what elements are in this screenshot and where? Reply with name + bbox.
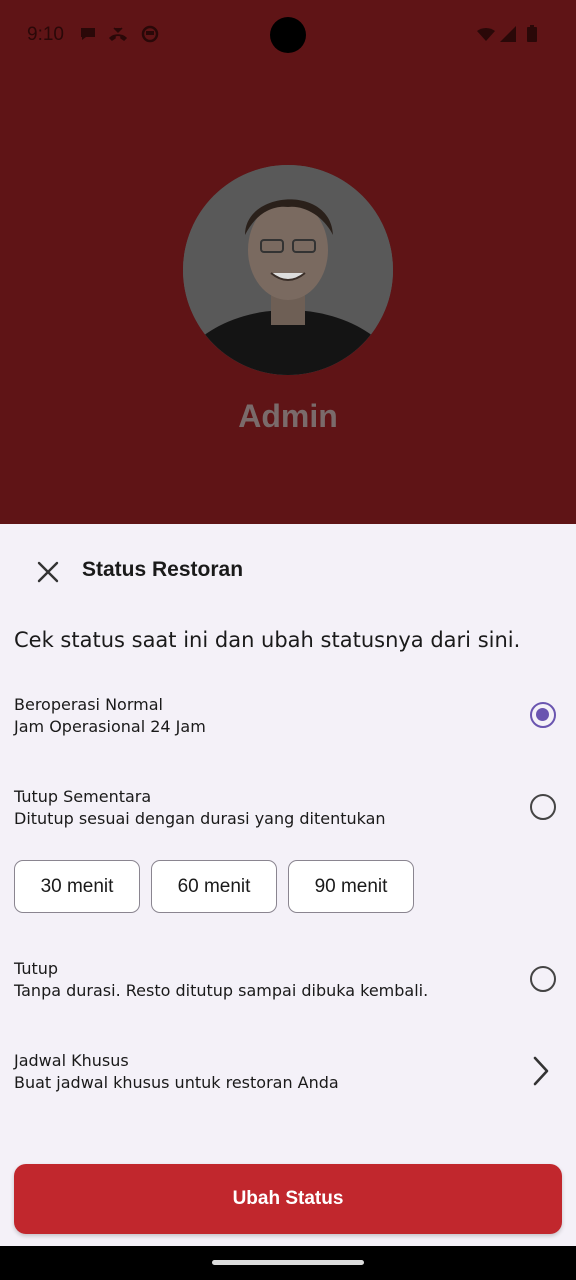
- status-bar: 9:10: [0, 0, 576, 70]
- option-title: Beroperasi Normal: [14, 695, 163, 714]
- sheet-title: Status Restoran: [82, 558, 244, 581]
- profile-name: Admin: [238, 398, 338, 434]
- radio-tutup-sementara[interactable]: [530, 794, 556, 820]
- avatar: [183, 165, 393, 375]
- background-profile-screen: 9:10 Admin: [0, 0, 576, 524]
- duration-options: 30 menit 60 menit 90 menit: [14, 860, 414, 913]
- option-title: Tutup Sementara: [14, 787, 152, 806]
- chevron-right-icon[interactable]: [530, 1055, 552, 1087]
- option-subtitle: Jam Operasional 24 Jam: [14, 717, 206, 736]
- option-beroperasi-normal[interactable]: Beroperasi Normal Jam Operasional 24 Jam: [14, 694, 562, 738]
- missed-call-icon: [108, 27, 128, 41]
- wifi-icon: [477, 28, 495, 41]
- battery-icon: [527, 25, 537, 42]
- ubah-status-button[interactable]: Ubah Status: [14, 1164, 562, 1234]
- option-jadwal-khusus[interactable]: Jadwal Khusus Buat jadwal khusus untuk r…: [14, 1050, 562, 1094]
- front-camera: [270, 17, 306, 53]
- option-subtitle: Buat jadwal khusus untuk restoran Anda: [14, 1073, 339, 1092]
- signal-icon: [500, 26, 516, 42]
- navigation-bar: [0, 1246, 576, 1280]
- duration-60-button[interactable]: 60 menit: [151, 860, 277, 913]
- radio-beroperasi-normal[interactable]: [530, 702, 556, 728]
- home-gesture-handle[interactable]: [212, 1260, 364, 1265]
- radio-tutup[interactable]: [530, 966, 556, 992]
- option-tutup-sementara[interactable]: Tutup Sementara Ditutup sesuai dengan du…: [14, 786, 562, 830]
- option-tutup[interactable]: Tutup Tanpa durasi. Resto ditutup sampai…: [14, 958, 562, 1002]
- status-bottom-sheet: Status Restoran Cek status saat ini dan …: [0, 524, 576, 1246]
- profile-photo: [183, 165, 393, 375]
- close-button[interactable]: [28, 552, 68, 592]
- option-title: Jadwal Khusus: [14, 1051, 129, 1070]
- status-time: 9:10: [27, 24, 64, 45]
- option-title: Tutup: [14, 959, 59, 978]
- option-subtitle: Ditutup sesuai dengan durasi yang ditent…: [14, 809, 386, 828]
- chat-bubble-icon: [81, 28, 95, 40]
- app-notification-icon: [141, 25, 159, 43]
- sheet-description: Cek status saat ini dan ubah statusnya d…: [14, 628, 521, 652]
- duration-90-button[interactable]: 90 menit: [288, 860, 414, 913]
- option-subtitle: Tanpa durasi. Resto ditutup sampai dibuk…: [14, 981, 429, 1000]
- duration-30-button[interactable]: 30 menit: [14, 860, 140, 913]
- close-icon: [37, 561, 59, 583]
